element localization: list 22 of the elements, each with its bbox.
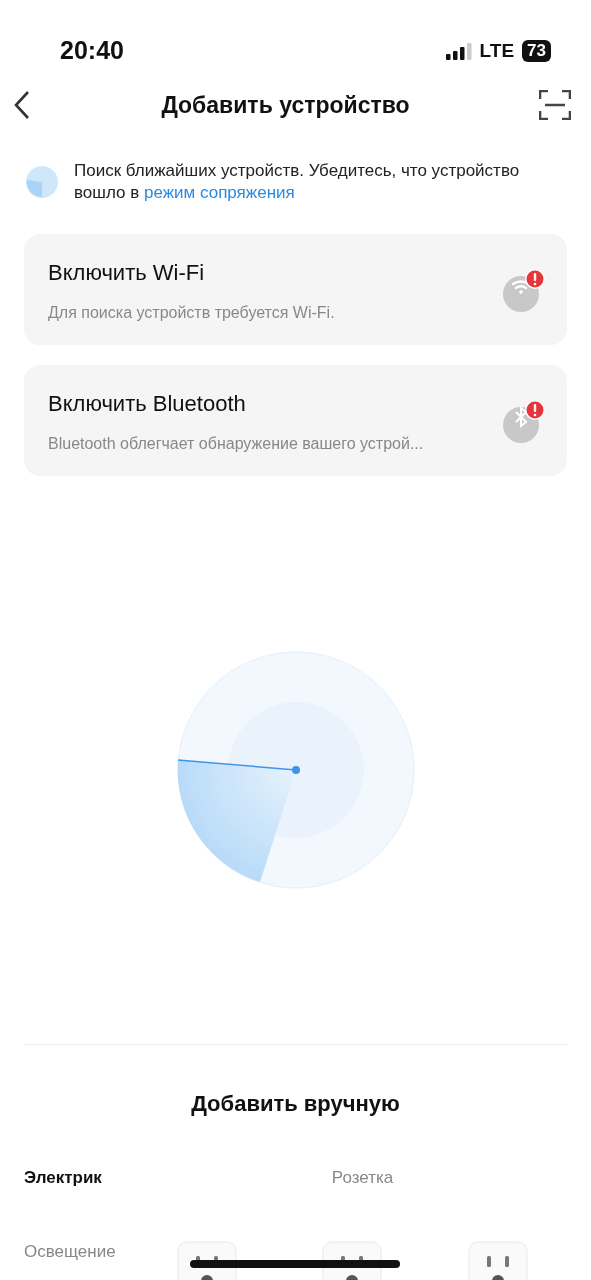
- section-heading: Добавить вручную: [190, 1090, 401, 1118]
- setting-card[interactable]: Включить Wi-Fi Для поиска устройств требуется Wi-Fi.: [24, 234, 567, 345]
- card-subtitle: Для поиска устройств требуется Wi-Fi.: [48, 303, 335, 323]
- radar-icon: [26, 166, 58, 198]
- status-time: 20:40: [60, 35, 124, 67]
- category-item[interactable]: Электрик: [24, 1165, 134, 1191]
- category-item[interactable]: Освещение: [24, 1239, 134, 1265]
- battery-level: 73: [522, 40, 551, 62]
- back-icon[interactable]: [12, 90, 32, 120]
- card-title: Включить Bluetooth: [48, 390, 247, 418]
- bluetooth-icon: [503, 398, 547, 445]
- network-label: LTE: [479, 38, 515, 63]
- pairing-mode-link[interactable]: режим сопряжения: [144, 183, 295, 202]
- signal-icon: [445, 42, 472, 60]
- setting-card[interactable]: Включить Bluetooth Bluetooth облегчает обнаружение вашего устрой...: [24, 365, 567, 476]
- scan-icon[interactable]: [539, 90, 571, 120]
- card-subtitle: Bluetooth облегчает обнаружение вашего устрой...: [48, 434, 424, 454]
- scan-message: Поиск ближайших устройств. Убедитесь, что устройство вошло в режим сопряжения: [74, 160, 521, 204]
- wifi-icon: [503, 267, 547, 314]
- product-category-title: Розетка: [331, 1168, 394, 1187]
- card-title: Включить Wi-Fi: [48, 259, 206, 287]
- page-title: Добавить устройство: [161, 90, 410, 120]
